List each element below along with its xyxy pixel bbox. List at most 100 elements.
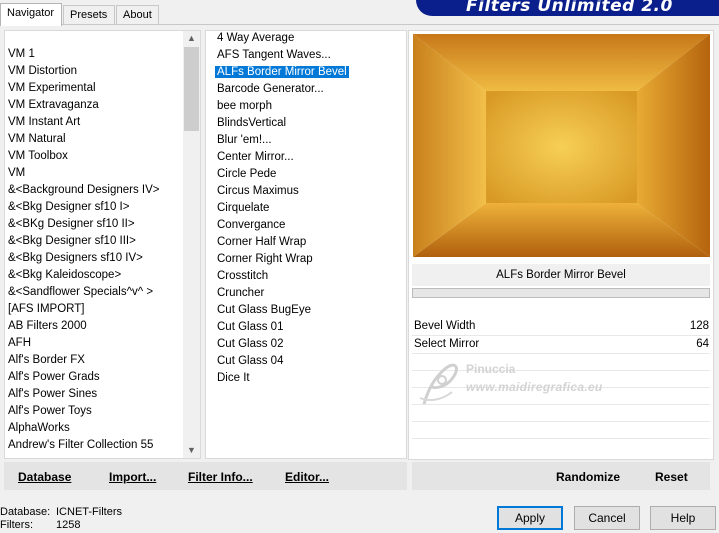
scroll-down-icon[interactable]: ▼ [183, 443, 200, 458]
category-item[interactable]: Andrew's Filter Collection 55 [6, 437, 155, 454]
param-divider [412, 353, 710, 354]
param-row-bevel-width[interactable]: Bevel Width 128 [412, 318, 710, 335]
param-divider [412, 438, 710, 439]
category-item[interactable]: AlphaWorks [6, 420, 72, 437]
filter-item[interactable]: Crosstitch [215, 268, 270, 285]
editor-button[interactable]: Editor... [285, 470, 329, 484]
category-list[interactable]: VM 1 VM Distortion VM Experimental VM Extra… [6, 46, 182, 459]
watermark-url: www.maidiregrafica.eu [466, 380, 603, 394]
filter-item[interactable]: 4 Way Average [215, 30, 296, 47]
category-item[interactable]: AFH [6, 335, 33, 352]
category-item-label: &<Bkg Designer sf10 III> [8, 235, 136, 247]
randomize-button[interactable]: Randomize [556, 470, 620, 484]
filter-item[interactable]: Corner Half Wrap [215, 234, 308, 251]
filter-item[interactable]: AFS Tangent Waves... [215, 47, 333, 64]
filter-item[interactable]: Center Mirror... [215, 149, 296, 166]
category-item[interactable]: VM [6, 165, 27, 182]
import-button[interactable]: Import... [109, 470, 156, 484]
category-item-label: AB Filters 2000 [8, 320, 87, 332]
category-item-label: VM Toolbox [8, 150, 68, 162]
category-item[interactable]: &<Sandflower Specials^v^ > [6, 284, 155, 301]
reset-button[interactable]: Reset [655, 470, 688, 484]
progress-bar [412, 288, 710, 298]
filter-info-button[interactable]: Filter Info... [188, 470, 253, 484]
cancel-button[interactable]: Cancel [574, 506, 640, 530]
filter-item[interactable]: Cut Glass 01 [215, 319, 285, 336]
param-value: 128 [689, 320, 709, 332]
filter-item-label: BlindsVertical [217, 117, 287, 129]
selected-filter-title: ALFs Border Mirror Bevel [412, 264, 710, 286]
category-item[interactable]: Alf's Power Toys [6, 403, 94, 420]
category-item[interactable]: VM Experimental [6, 80, 98, 97]
category-item[interactable]: &<Background Designers IV> [6, 182, 162, 199]
category-item[interactable]: VM Extravaganza [6, 97, 101, 114]
help-button[interactable]: Help [650, 506, 716, 530]
category-item[interactable]: &<Bkg Designer sf10 I> [6, 199, 131, 216]
category-item[interactable]: VM 1 [6, 46, 37, 63]
filter-item[interactable]: Convergance [215, 217, 287, 234]
filter-item[interactable]: Blur 'em!... [215, 132, 274, 149]
filter-item-label: AFS Tangent Waves... [217, 49, 331, 61]
filter-item-label: bee morph [217, 100, 272, 112]
filter-item[interactable]: BlindsVertical [215, 115, 288, 132]
filter-item[interactable]: ALFs Border Mirror Bevel [215, 64, 349, 81]
filter-item-label: Crosstitch [217, 270, 269, 282]
database-value: ICNET-Filters [56, 506, 122, 518]
category-item-label: Alf's Power Sines [8, 388, 98, 400]
filter-item[interactable]: Corner Right Wrap [215, 251, 315, 268]
filter-item[interactable]: Cruncher [215, 285, 266, 302]
category-item[interactable]: Alf's Border FX [6, 352, 87, 369]
database-button[interactable]: Database [18, 470, 71, 484]
filter-item[interactable]: Cut Glass 02 [215, 336, 285, 353]
category-item[interactable]: VM Distortion [6, 63, 79, 80]
param-label: Select Mirror [414, 338, 480, 350]
app-title: Filters Unlimited 2.0 [466, 0, 673, 16]
category-item[interactable]: Alf's Power Sines [6, 386, 99, 403]
filter-item[interactable]: Barcode Generator... [215, 81, 326, 98]
filter-item[interactable]: Cirquelate [215, 200, 271, 217]
filter-item[interactable]: Dice It [215, 370, 252, 387]
tab-about[interactable]: About [116, 5, 159, 25]
apply-button[interactable]: Apply [497, 506, 563, 530]
filter-item-label: ALFs Border Mirror Bevel [215, 66, 349, 78]
category-item[interactable]: Alf's Power Grads [6, 369, 102, 386]
filter-item[interactable]: Cut Glass BugEye [215, 302, 313, 319]
tab-navigator[interactable]: Navigator [0, 3, 62, 26]
filter-list[interactable]: 4 Way Average AFS Tangent Waves... ALFs Bo… [215, 30, 405, 458]
tab-presets[interactable]: Presets [63, 5, 115, 25]
category-item-label: VM Instant Art [8, 116, 81, 128]
scroll-thumb[interactable] [184, 47, 199, 131]
filter-item-label: Barcode Generator... [217, 83, 324, 95]
category-item-label: VM Distortion [8, 65, 78, 77]
category-item[interactable]: &<Bkg Kaleidoscope> [6, 267, 123, 284]
watermark-name: Pinuccia [466, 362, 516, 376]
filter-item[interactable]: Circus Maximus [215, 183, 301, 200]
filter-item[interactable]: bee morph [215, 98, 274, 115]
category-item-label: &<Bkg Designer sf10 I> [8, 201, 130, 213]
filter-item-label: Blur 'em!... [217, 134, 272, 146]
category-item-label: VM 1 [8, 48, 35, 60]
filter-item-label: Center Mirror... [217, 151, 294, 163]
category-item[interactable]: &<Bkg Designer sf10 III> [6, 233, 138, 250]
filters-count-label: Filters: [0, 519, 33, 531]
category-item[interactable]: [AFS IMPORT] [6, 301, 86, 318]
scroll-up-icon[interactable]: ▲ [183, 31, 200, 46]
filter-item-label: Cut Glass 01 [217, 321, 284, 333]
category-scrollbar[interactable]: ▲ ▼ [183, 31, 200, 458]
category-item-label: AlphaWorks [8, 422, 70, 434]
category-item[interactable]: &<BKg Designer sf10 II> [6, 216, 137, 233]
filter-item[interactable]: Cut Glass 04 [215, 353, 285, 370]
category-item[interactable]: VM Natural [6, 131, 68, 148]
param-row-select-mirror[interactable]: Select Mirror 64 [412, 336, 710, 353]
category-item[interactable]: VM Instant Art [6, 114, 82, 131]
filter-item-label: Corner Right Wrap [217, 253, 313, 265]
param-divider [412, 421, 710, 422]
filter-item-label: Dice It [217, 372, 250, 384]
category-item[interactable]: AB Filters 2000 [6, 318, 89, 335]
category-item[interactable]: VM Toolbox [6, 148, 70, 165]
app-banner: Filters Unlimited 2.0 [416, 0, 719, 16]
category-item[interactable]: &<Bkg Designers sf10 IV> [6, 250, 145, 267]
filter-item-label: Cut Glass 02 [217, 338, 284, 350]
watermark-signature-icon [419, 363, 458, 405]
filter-item[interactable]: Circle Pede [215, 166, 278, 183]
